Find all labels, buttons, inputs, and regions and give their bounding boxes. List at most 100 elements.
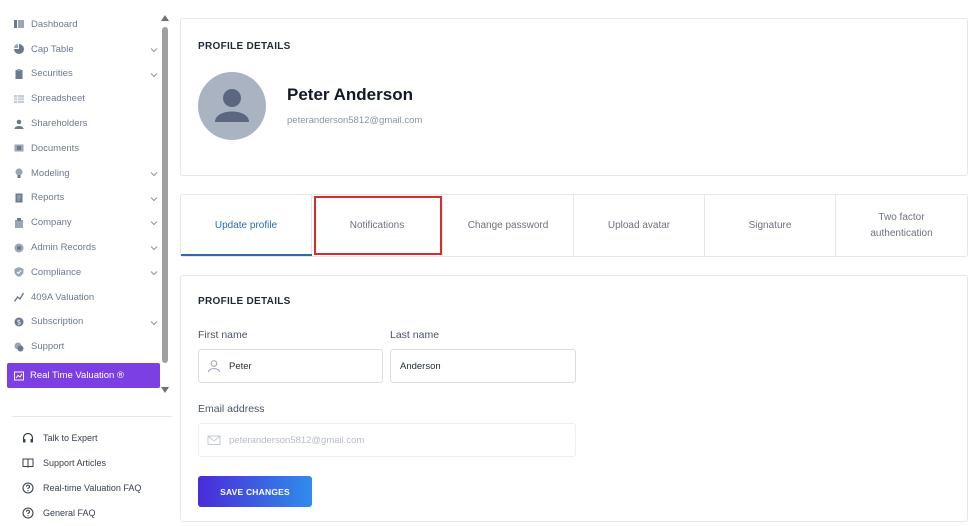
section-title: PROFILE DETAILS <box>198 41 291 52</box>
tab-update-profile[interactable]: Update profile <box>181 195 312 256</box>
help-item-general-faq[interactable]: General FAQ <box>22 500 172 525</box>
help-item-label: Support Articles <box>43 457 107 468</box>
profile-name: Peter Anderson <box>287 85 413 104</box>
headphones-icon <box>22 432 34 444</box>
support-chat-icon <box>14 342 24 352</box>
sidebar-item-label: Compliance <box>31 266 82 278</box>
sidebar-item-label: Admin Records <box>31 242 96 254</box>
sidebar-scrollbar-thumb[interactable] <box>162 27 168 363</box>
valuation-chart-icon <box>14 292 24 303</box>
tab-notifications[interactable]: Notifications <box>312 195 443 256</box>
help-item-label: Real-time Valuation FAQ <box>43 482 142 493</box>
sidebar-item-label: Real Time Valuation ® <box>30 370 124 381</box>
sidebar-item-company[interactable]: Company <box>0 210 160 235</box>
sidebar-item-label: Company <box>31 217 72 229</box>
question-circle-icon <box>22 506 34 519</box>
active-tab-indicator <box>181 254 312 256</box>
help-item-label: General FAQ <box>43 507 96 518</box>
sidebar-item-label: Spreadsheet <box>31 93 85 105</box>
profile-header-card: PROFILE DETAILS Peter Anderson peterande… <box>180 18 968 176</box>
sidebar-item-shareholders[interactable]: Shareholders <box>0 111 160 136</box>
sidebar-item-securities[interactable]: Securities <box>0 62 160 87</box>
first-name-input[interactable] <box>229 360 382 372</box>
document-icon <box>14 143 24 153</box>
chevron-down-icon[interactable] <box>150 170 158 178</box>
svg-text:$: $ <box>17 318 21 326</box>
profile-email: peteranderson5812@gmail.com <box>287 115 423 126</box>
sidebar-item-support[interactable]: Support <box>0 334 160 359</box>
chevron-down-icon[interactable] <box>150 46 158 54</box>
sidebar-item-label: Shareholders <box>31 118 88 130</box>
profile-tabs: Update profile Notifications Change pass… <box>180 194 968 257</box>
email-label: Email address <box>198 403 265 415</box>
admin-records-icon <box>14 243 24 253</box>
user-avatar-icon <box>215 89 249 122</box>
dollar-circle-icon: $ <box>14 317 24 327</box>
sidebar-item-label: Documents <box>31 142 80 154</box>
shield-check-icon <box>14 267 24 278</box>
first-name-field[interactable] <box>198 349 383 383</box>
help-item-label: Talk to Expert <box>43 432 98 443</box>
sidebar-item-label: Cap Table <box>31 43 74 55</box>
sidebar-item-label: Reports <box>31 192 65 204</box>
sidebar-item-compliance[interactable]: Compliance <box>0 260 160 285</box>
chevron-down-icon[interactable] <box>150 71 158 79</box>
chevron-down-icon[interactable] <box>150 195 158 203</box>
question-circle-icon <box>22 481 34 494</box>
report-icon <box>14 193 24 203</box>
sidebar-item-label: Support <box>31 341 65 353</box>
help-item-support-articles[interactable]: Support Articles <box>22 450 172 475</box>
pie-chart-icon <box>14 44 24 55</box>
user-outline-icon <box>207 359 221 373</box>
building-icon <box>14 217 24 228</box>
mail-icon <box>207 433 221 447</box>
chevron-down-icon[interactable] <box>150 319 158 327</box>
scroll-down-arrow-icon[interactable] <box>161 387 169 393</box>
tab-signature[interactable]: Signature <box>705 195 836 256</box>
tab-change-password[interactable]: Change password <box>443 195 574 256</box>
sidebar-item-cap-table[interactable]: Cap Table <box>0 37 160 62</box>
last-name-input[interactable] <box>400 360 575 372</box>
help-item-real-time-valuation-faq[interactable]: Real-time Valuation FAQ <box>22 475 172 500</box>
tab-two-factor-authentication[interactable]: Two factor authentication <box>836 195 967 256</box>
scroll-up-arrow-icon[interactable] <box>161 15 169 21</box>
tab-upload-avatar[interactable]: Upload avatar <box>574 195 705 256</box>
sidebar-item-label: Modeling <box>31 167 70 179</box>
chevron-down-icon[interactable] <box>150 219 158 227</box>
last-name-label: Last name <box>390 329 440 341</box>
save-changes-button[interactable]: SAVE CHANGES <box>198 476 312 507</box>
dashboard-icon <box>14 19 24 29</box>
sidebar-item-documents[interactable]: Documents <box>0 136 160 161</box>
sidebar-item-label: Securities <box>31 68 73 80</box>
sidebar-item-modeling[interactable]: Modeling <box>0 161 160 186</box>
help-links: Talk to Expert Support Articles Real-tim… <box>22 425 172 525</box>
lightbulb-icon <box>14 168 24 179</box>
sidebar-item-spreadsheet[interactable]: Spreadsheet <box>0 86 160 111</box>
profile-details-form: PROFILE DETAILS First name Last name Ema… <box>180 275 968 522</box>
chevron-down-icon[interactable] <box>150 244 158 252</box>
avatar <box>198 72 266 140</box>
sidebar-item-reports[interactable]: Reports <box>0 186 160 211</box>
sidebar-item-dashboard[interactable]: Dashboard <box>0 12 160 37</box>
sidebar-nav: Dashboard Cap Table Securities Spreadshe… <box>0 12 160 359</box>
book-open-icon <box>22 457 34 469</box>
last-name-field[interactable] <box>390 349 576 383</box>
user-icon <box>14 119 24 129</box>
email-field <box>198 423 576 457</box>
sidebar: Dashboard Cap Table Securities Spreadshe… <box>0 0 172 526</box>
clipboard-icon <box>14 68 24 79</box>
email-input <box>229 434 575 446</box>
sidebar-item-subscription[interactable]: $ Subscription <box>0 310 160 335</box>
sidebar-item-admin-records[interactable]: Admin Records <box>0 235 160 260</box>
sidebar-item-label: Dashboard <box>31 18 78 30</box>
section-title: PROFILE DETAILS <box>198 296 291 307</box>
first-name-label: First name <box>198 329 248 341</box>
spreadsheet-icon <box>14 94 24 104</box>
sidebar-divider <box>12 416 172 417</box>
sidebar-item-real-time-valuation[interactable]: Real Time Valuation ® <box>7 363 160 388</box>
help-item-talk-to-expert[interactable]: Talk to Expert <box>22 425 172 450</box>
chevron-down-icon[interactable] <box>150 269 158 277</box>
sidebar-item-label: 409A Valuation <box>31 291 95 303</box>
sidebar-item-label: Subscription <box>31 316 84 328</box>
sidebar-item-409a-valuation[interactable]: 409A Valuation <box>0 285 160 310</box>
